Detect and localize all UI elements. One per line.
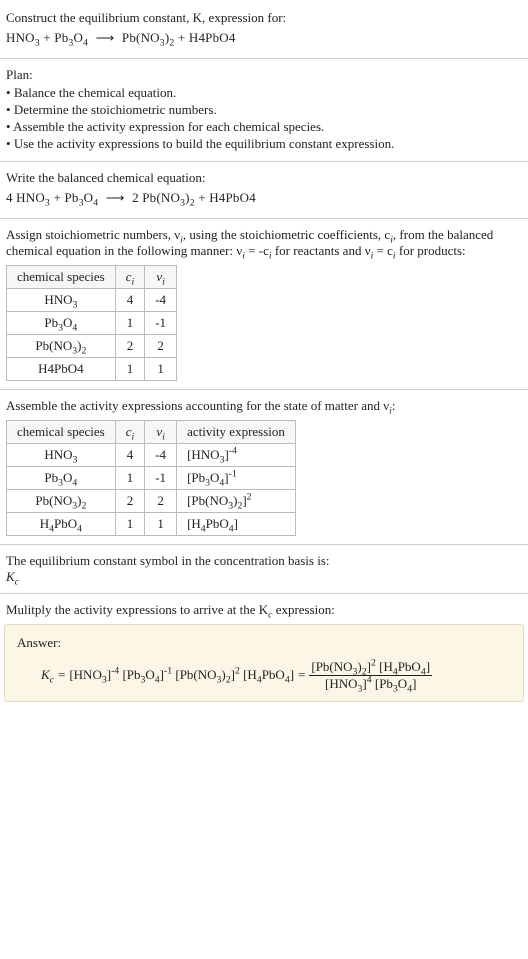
cell-activity: [Pb(NO3)2]2: [177, 490, 296, 513]
plan-item: Determine the stoichiometric numbers.: [6, 102, 522, 118]
reaction-arrow-icon: ⟶: [106, 190, 125, 206]
table-row: Pb3O4 1 -1 [Pb3O4]-1: [7, 467, 296, 490]
plan-item: Assemble the activity expression for eac…: [6, 119, 522, 135]
multiply-section: Mulitply the activity expressions to arr…: [0, 594, 528, 618]
assign-section: Assign stoichiometric numbers, νi, using…: [0, 219, 528, 390]
cell-activity: [Pb3O4]-1: [177, 467, 296, 490]
cell-ci: 4: [115, 289, 145, 312]
cell-species: Pb3O4: [7, 312, 116, 335]
cell-species: HNO3: [7, 289, 116, 312]
cell-vi: -4: [145, 289, 177, 312]
cell-vi: -1: [145, 467, 177, 490]
col-vi: νi: [145, 266, 177, 289]
table-row: Pb(NO3)2 2 2: [7, 335, 177, 358]
species-pbno32: Pb(NO3)2: [142, 190, 195, 205]
plan-item: Balance the chemical equation.: [6, 85, 522, 101]
cell-ci: 1: [115, 358, 145, 381]
kc-fraction: [Pb(NO3)2]2 [H4PbO4] [HNO3]4 [Pb3O4]: [309, 659, 432, 691]
cell-ci: 2: [115, 335, 145, 358]
table-row: Pb(NO3)2 2 2 [Pb(NO3)2]2: [7, 490, 296, 513]
stoich-table-2: chemical species ci νi activity expressi…: [6, 420, 296, 536]
kc-product-form: [HNO3]-4 [Pb3O4]-1 [Pb(NO3)2]2 [H4PbO4]: [69, 667, 294, 683]
table-row: H4PbO4 1 1: [7, 358, 177, 381]
cell-species: H4PbO4: [7, 513, 116, 536]
species-h4pbo4: H4PbO4: [209, 190, 256, 205]
table-row: HNO3 4 -4 [HNO3]-4: [7, 444, 296, 467]
kc-numerator: [Pb(NO3)2]2 [H4PbO4]: [309, 659, 432, 676]
multiply-text: Mulitply the activity expressions to arr…: [6, 602, 522, 618]
species-pbno32: Pb(NO3)2: [122, 30, 175, 45]
table-row: H4PbO4 1 1 [H4PbO4]: [7, 513, 296, 536]
cell-vi: 1: [145, 513, 177, 536]
cell-vi: -4: [145, 444, 177, 467]
kc-symbol: Kc: [41, 667, 54, 683]
col-species: chemical species: [7, 421, 116, 444]
cell-species: H4PbO4: [7, 358, 116, 381]
plan-item: Use the activity expressions to build th…: [6, 136, 522, 152]
species-hno3: HNO3: [16, 190, 50, 205]
kc-expression: Kc = [HNO3]-4 [Pb3O4]-1 [Pb(NO3)2]2 [H4P…: [17, 659, 511, 691]
answer-label: Answer:: [17, 635, 511, 651]
table-row: HNO3 4 -4: [7, 289, 177, 312]
species-pb3o4: Pb3O4: [54, 30, 88, 45]
table-row: chemical species ci νi activity expressi…: [7, 421, 296, 444]
kc-denominator: [HNO3]4 [Pb3O4]: [323, 676, 418, 692]
table-row: chemical species ci νi: [7, 266, 177, 289]
col-vi: νi: [145, 421, 177, 444]
balanced-equation: 4 HNO3 + Pb3O4 ⟶ 2 Pb(NO3)2 + H4PbO4: [6, 190, 522, 206]
cell-vi: 2: [145, 490, 177, 513]
cell-vi: 1: [145, 358, 177, 381]
activity-section: Assemble the activity expressions accoun…: [0, 390, 528, 545]
cell-activity: [HNO3]-4: [177, 444, 296, 467]
cell-vi: -1: [145, 312, 177, 335]
problem-statement: Construct the equilibrium constant, K, e…: [0, 0, 528, 59]
species-pb3o4: Pb3O4: [64, 190, 98, 205]
cell-species: Pb(NO3)2: [7, 490, 116, 513]
assign-text: Assign stoichiometric numbers, νi, using…: [6, 227, 522, 259]
col-species: chemical species: [7, 266, 116, 289]
activity-intro: Assemble the activity expressions accoun…: [6, 398, 522, 414]
col-ci: ci: [115, 421, 145, 444]
eqconst-line1: The equilibrium constant symbol in the c…: [6, 553, 522, 569]
cell-ci: 1: [115, 467, 145, 490]
answer-box: Answer: Kc = [HNO3]-4 [Pb3O4]-1 [Pb(NO3)…: [4, 624, 524, 702]
col-ci: ci: [115, 266, 145, 289]
reaction-arrow-icon: ⟶: [96, 30, 115, 46]
cell-ci: 1: [115, 513, 145, 536]
cell-vi: 2: [145, 335, 177, 358]
cell-species: HNO3: [7, 444, 116, 467]
species-h4pbo4: H4PbO4: [189, 30, 236, 45]
cell-ci: 4: [115, 444, 145, 467]
plan-list: Balance the chemical equation. Determine…: [28, 85, 522, 152]
stoich-table-1: chemical species ci νi HNO3 4 -4 Pb3O4 1…: [6, 265, 177, 381]
cell-species: Pb3O4: [7, 467, 116, 490]
cell-activity: [H4PbO4]: [177, 513, 296, 536]
eqconst-section: The equilibrium constant symbol in the c…: [0, 545, 528, 594]
cell-ci: 2: [115, 490, 145, 513]
table-row: Pb3O4 1 -1: [7, 312, 177, 335]
plan-title: Plan:: [6, 67, 522, 83]
cell-species: Pb(NO3)2: [7, 335, 116, 358]
plan-section: Plan: Balance the chemical equation. Det…: [0, 59, 528, 162]
balanced-section: Write the balanced chemical equation: 4 …: [0, 162, 528, 219]
balanced-intro: Write the balanced chemical equation:: [6, 170, 522, 186]
cell-ci: 1: [115, 312, 145, 335]
eqconst-symbol: Kc: [6, 569, 522, 585]
unbalanced-equation: HNO3 + Pb3O4 ⟶ Pb(NO3)2 + H4PbO4: [6, 30, 522, 46]
col-activity: activity expression: [177, 421, 296, 444]
construct-text: Construct the equilibrium constant, K, e…: [6, 10, 286, 25]
construct-line: Construct the equilibrium constant, K, e…: [6, 10, 522, 26]
species-hno3: HNO3: [6, 30, 40, 45]
